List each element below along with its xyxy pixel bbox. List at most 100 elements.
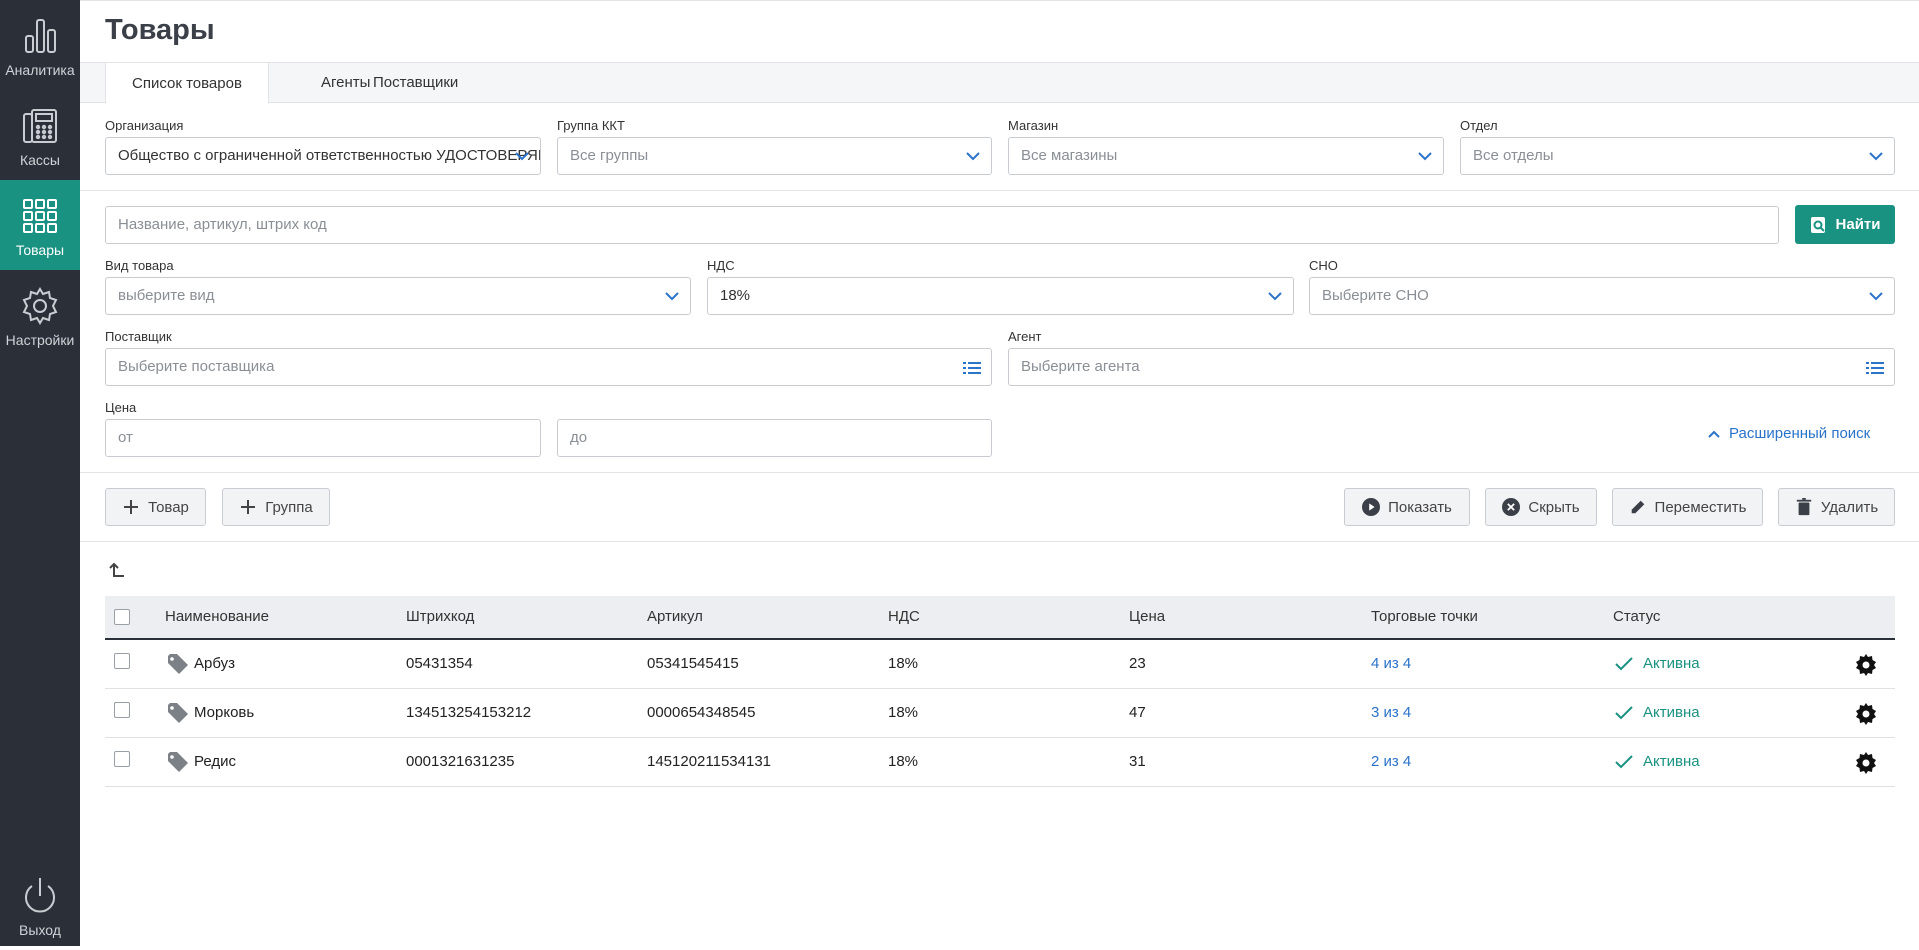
price-from-input[interactable]: от bbox=[105, 419, 541, 457]
hide-button[interactable]: Скрыть bbox=[1485, 488, 1597, 526]
table-row[interactable]: Редис 0001321631235 145120211534131 18% … bbox=[105, 738, 1895, 787]
level-up-icon[interactable] bbox=[106, 560, 126, 580]
chevron-down-icon bbox=[1869, 152, 1883, 161]
org-value: Общество с ограниченной ответственностью… bbox=[118, 147, 540, 164]
trade-points-link[interactable]: 3 из 4 bbox=[1371, 689, 1411, 737]
table-row[interactable]: Морковь 134513254153212 0000654348545 18… bbox=[105, 689, 1895, 738]
product-name: Морковь bbox=[194, 704, 255, 721]
add-item-button[interactable]: Товар bbox=[105, 488, 206, 526]
chevron-up-icon bbox=[1708, 430, 1720, 438]
sidebar-item-label: Аналитика bbox=[5, 62, 75, 78]
status-badge: Активна bbox=[1615, 640, 1700, 688]
shop-placeholder: Все магазины bbox=[1021, 147, 1118, 164]
status-text: Активна bbox=[1643, 704, 1700, 721]
org-select[interactable]: Общество с ограниченной ответственностью… bbox=[105, 137, 541, 175]
row-checkbox[interactable] bbox=[114, 751, 130, 767]
plus-icon bbox=[241, 500, 256, 514]
gear-icon[interactable] bbox=[1855, 752, 1877, 774]
gear-icon[interactable] bbox=[1855, 654, 1877, 676]
advanced-search-label: Расширенный поиск bbox=[1729, 425, 1871, 442]
kkt-group-select[interactable]: Все группы bbox=[557, 137, 992, 175]
price: 31 bbox=[1129, 753, 1146, 770]
row-checkbox[interactable] bbox=[114, 702, 130, 718]
kkt-group-label: Группа ККТ bbox=[557, 118, 625, 133]
check-icon bbox=[1615, 706, 1633, 720]
chevron-down-icon bbox=[515, 152, 529, 161]
find-button[interactable]: Найти bbox=[1795, 205, 1895, 244]
sidebar-item-label: Кассы bbox=[19, 152, 60, 168]
price-from-placeholder: от bbox=[118, 429, 133, 446]
sidebar-item-cash-registers[interactable]: Кассы bbox=[0, 90, 80, 180]
supplier-picker[interactable]: Выберите поставщика bbox=[105, 348, 992, 386]
page-title: Товары bbox=[105, 14, 215, 46]
table-row[interactable]: Арбуз 05431354 05341545415 18% 23 4 из 4… bbox=[105, 640, 1895, 689]
dept-placeholder: Все отделы bbox=[1473, 147, 1554, 164]
kkt-group-placeholder: Все группы bbox=[570, 147, 649, 164]
sidebar-item-products[interactable]: Товары bbox=[0, 180, 80, 270]
sidebar-item-analytics[interactable]: Аналитика bbox=[0, 0, 80, 90]
tab-suppliers[interactable]: Поставщики bbox=[347, 62, 484, 104]
trade-points-link[interactable]: 4 из 4 bbox=[1371, 640, 1411, 688]
column-header[interactable]: Торговые точки bbox=[1371, 596, 1478, 638]
vat-label: НДС bbox=[707, 258, 735, 273]
vat-select[interactable]: 18% bbox=[707, 277, 1294, 315]
column-header[interactable]: Наименование bbox=[165, 596, 269, 638]
price: 47 bbox=[1129, 704, 1146, 721]
sidebar-item-label: Товары bbox=[15, 242, 65, 258]
agent-picker[interactable]: Выберите агента bbox=[1008, 348, 1895, 386]
sidebar-item-settings[interactable]: Настройки bbox=[0, 270, 80, 360]
main-content: Товары Список товаров Агенты Поставщики … bbox=[80, 0, 1919, 946]
delete-button[interactable]: Удалить bbox=[1778, 488, 1895, 526]
column-header[interactable]: Артикул bbox=[647, 596, 703, 638]
cash-register-icon bbox=[23, 109, 57, 143]
tag-icon bbox=[168, 752, 188, 772]
dept-select[interactable]: Все отделы bbox=[1460, 137, 1895, 175]
shop-select[interactable]: Все магазины bbox=[1008, 137, 1444, 175]
column-header[interactable]: Штрихкод bbox=[406, 596, 474, 638]
search-placeholder: Название, артикул, штрих код bbox=[118, 216, 327, 233]
show-label: Показать bbox=[1388, 498, 1452, 516]
vat: 18% bbox=[888, 753, 919, 770]
tab-products-list[interactable]: Список товаров bbox=[105, 62, 269, 104]
column-header[interactable]: НДС bbox=[888, 596, 920, 638]
agent-placeholder: Выберите агента bbox=[1021, 358, 1140, 375]
article: 0000654348545 bbox=[647, 704, 756, 721]
move-button[interactable]: Переместить bbox=[1612, 488, 1763, 526]
price-to-input[interactable]: до bbox=[557, 419, 992, 457]
chevron-down-icon bbox=[1418, 152, 1432, 161]
pencil-icon bbox=[1631, 500, 1644, 514]
hide-label: Скрыть bbox=[1528, 498, 1580, 516]
search-input[interactable]: Название, артикул, штрих код bbox=[105, 206, 1779, 244]
advanced-search-toggle[interactable]: Расширенный поиск bbox=[1707, 425, 1870, 442]
tag-icon bbox=[168, 703, 188, 723]
kind-select[interactable]: выберите вид bbox=[105, 277, 691, 315]
close-circle-icon bbox=[1502, 498, 1521, 516]
logout-button[interactable]: Выход bbox=[0, 860, 80, 950]
chevron-down-icon bbox=[665, 292, 679, 301]
status-badge: Активна bbox=[1615, 689, 1700, 737]
org-label: Организация bbox=[105, 118, 184, 133]
add-group-button[interactable]: Группа bbox=[222, 488, 330, 526]
list-icon[interactable] bbox=[1866, 360, 1884, 376]
sidebar-item-label: Настройки bbox=[5, 332, 75, 348]
add-item-label: Товар bbox=[148, 498, 189, 516]
select-all-checkbox[interactable] bbox=[114, 609, 130, 625]
sno-label: СНО bbox=[1309, 258, 1338, 273]
barcode: 134513254153212 bbox=[406, 704, 532, 721]
trade-points-link[interactable]: 2 из 4 bbox=[1371, 738, 1411, 786]
dept-label: Отдел bbox=[1460, 118, 1498, 133]
sno-select[interactable]: Выберите СНО bbox=[1309, 277, 1895, 315]
gear-icon[interactable] bbox=[1855, 703, 1877, 725]
column-header[interactable]: Цена bbox=[1129, 596, 1165, 638]
price: 23 bbox=[1129, 655, 1146, 672]
chevron-down-icon bbox=[1869, 292, 1883, 301]
row-checkbox[interactable] bbox=[114, 653, 130, 669]
column-header[interactable]: Статус bbox=[1613, 596, 1660, 638]
show-button[interactable]: Показать bbox=[1344, 488, 1470, 526]
check-icon bbox=[1615, 657, 1633, 671]
check-icon bbox=[1615, 755, 1633, 769]
list-icon[interactable] bbox=[963, 360, 981, 376]
article: 145120211534131 bbox=[647, 753, 772, 770]
delete-label: Удалить bbox=[1820, 498, 1879, 516]
status-text: Активна bbox=[1643, 753, 1700, 770]
